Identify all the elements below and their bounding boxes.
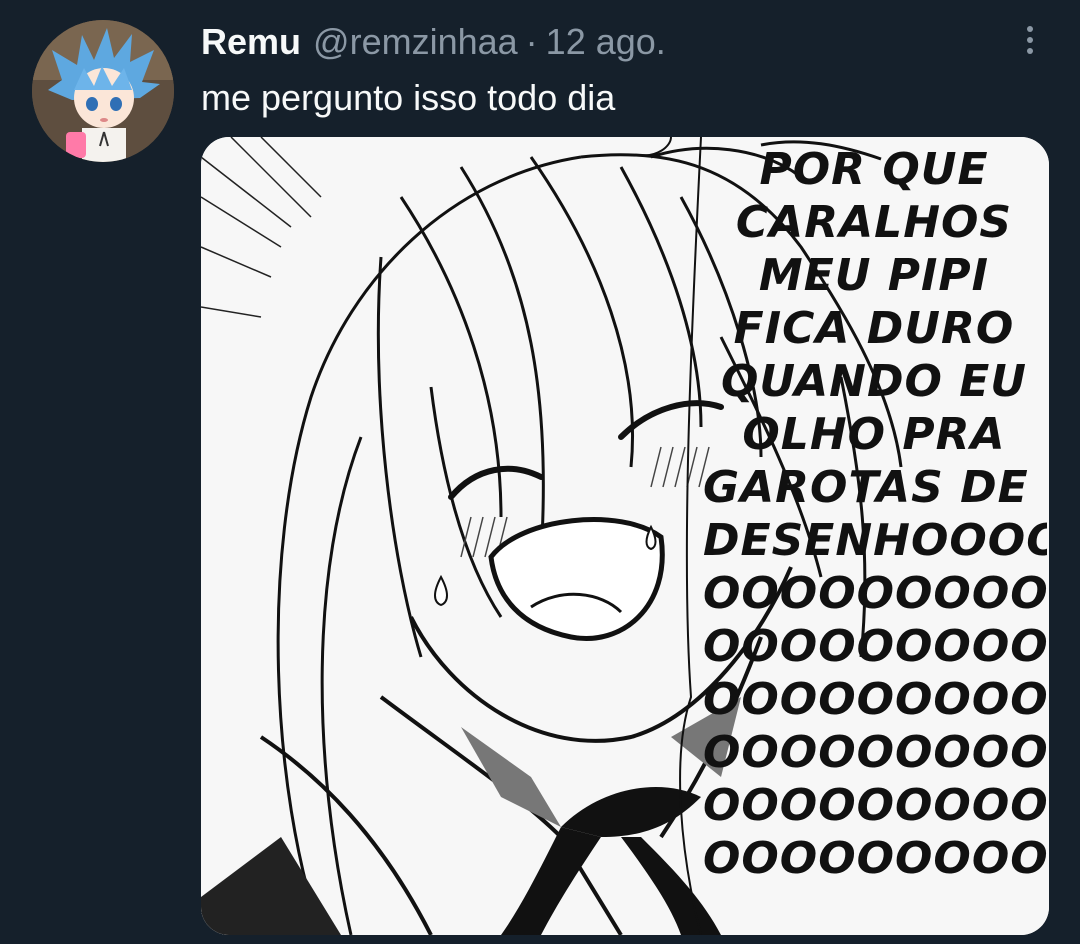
avatar[interactable] (32, 20, 174, 162)
tweet-text: me pergunto isso todo dia (201, 77, 616, 118)
tweet[interactable]: Remu @remzinhaa · 12 ago. me pergunto is… (0, 0, 1080, 944)
caption-line: OOOOOOOOOOO (703, 727, 1047, 778)
caption-line: QUANDO EU (720, 356, 1028, 407)
caption-line: GAROTAS DE (703, 462, 1029, 513)
author-handle[interactable]: @remzinhaa (313, 18, 518, 66)
caption-line: FICA DURO (733, 303, 1015, 354)
speech-bubble-text: POR QUE CARALHOS MEU PIPI FICA DURO QUAN… (701, 143, 1047, 933)
caption-line: OLHO PRA (742, 409, 1006, 460)
author-name[interactable]: Remu (201, 18, 301, 66)
caption-line: DESENHOOOO (703, 515, 1047, 566)
caption-line: OOOOOOOOOOO (703, 568, 1047, 619)
tweet-media-image[interactable]: POR QUE CARALHOS MEU PIPI FICA DURO QUAN… (201, 137, 1049, 935)
more-vertical-icon[interactable] (1012, 20, 1048, 60)
caption-line: MEU PIPI (758, 250, 990, 301)
caption-line: OOOOOOOOOOO (703, 621, 1047, 672)
tweet-header: Remu @remzinhaa · 12 ago. (201, 18, 1000, 66)
caption-line: OOOOOOOOOO (703, 833, 1047, 884)
caption-line: OOOOOOOOOOO (703, 780, 1047, 831)
caption-line: POR QUE (759, 144, 989, 195)
caption-line: OOOOOOOOOOO (703, 674, 1047, 725)
separator-dot: · (525, 21, 538, 62)
tweet-date[interactable]: 12 ago. (546, 18, 666, 66)
caption-line: CARALHOS (735, 197, 1013, 248)
